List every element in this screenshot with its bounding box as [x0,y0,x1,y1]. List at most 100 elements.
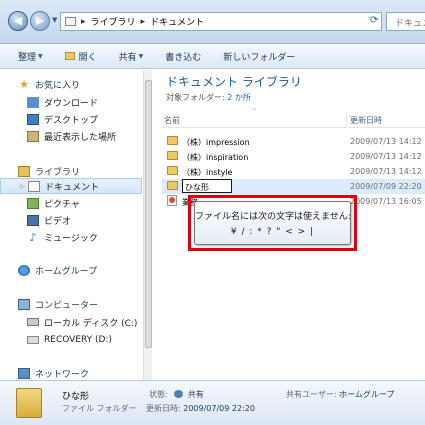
chevron-right-icon[interactable]: ▸ [141,17,146,27]
hard-drive-icon [27,318,39,326]
nav-libraries[interactable]: ライブラリ [0,163,142,179]
forward-button[interactable]: ▶ [30,11,50,31]
recent-places-icon [27,130,39,142]
folder-icon [167,166,178,175]
nav-network[interactable]: ネットワーク [0,365,142,381]
breadcrumb-libraries[interactable]: ライブラリ [91,15,136,28]
library-title: ドキュメント ライブラリ [166,75,302,89]
nav-desktop[interactable]: デスクトップ [0,111,142,127]
details-share-user: 共有ユーザー: ホームグループ [286,389,394,400]
details-modified-label: 更新日時: [146,404,181,413]
address-box[interactable]: ▸ ライブラリ ▸ ドキュメント [60,12,382,31]
folder-icon [167,181,178,190]
details-state: 状態: 共有 [149,389,204,400]
downloads-icon [27,96,39,108]
nav-pictures[interactable]: ピクチャ [0,195,142,211]
nav-downloads[interactable]: ダウンロード [0,94,142,110]
nav-homegroup[interactable]: ホームグループ [0,262,142,278]
command-bar: 整理 ▼ 開く 共有 ▼ 書き込む 新しいフォルダー [0,44,425,69]
nav-computer[interactable]: コンピューター [0,296,142,312]
address-bar-area: ◀ ▶ ▼ ▸ ライブラリ ▸ ドキュメント ⟳ ドキュメ [0,0,425,44]
share-button[interactable]: 共有 ▼ [119,50,144,63]
file-date: 2009/07/13 14:12 [350,137,422,146]
details-share-user-label: 共有ユーザー: [286,390,337,399]
shared-icon [174,390,184,398]
folder-icon [167,151,178,160]
nav-label: ミュージック [44,233,98,244]
column-header-name[interactable]: 名前 [164,115,180,126]
column-divider[interactable] [346,112,347,126]
document-icon [167,195,177,206]
search-input[interactable]: ドキュメ [386,12,425,31]
nav-label: ホームグループ [35,266,98,277]
file-row[interactable]: （株）instyle 2009/07/13 14:12 [162,164,425,179]
back-button[interactable]: ◀ [8,11,28,31]
nav-favorites[interactable]: ★ お気に入り [0,76,142,92]
nav-label: デスクトップ [44,115,99,126]
tooltip-message: ファイル名には次の文字は使えません: [195,212,351,222]
nav-recent-places[interactable]: 最近表示した場所 [0,128,142,144]
burn-label: 書き込む [165,52,202,63]
libraries-icon [18,165,30,177]
file-row[interactable]: （株）inspiration 2009/07/13 14:12 [162,149,425,164]
details-modified: 更新日時: 2009/07/09 22:20 [146,403,255,414]
nav-documents[interactable]: ▷ ドキュメント [0,178,142,194]
navigation-pane: ★ お気に入り ダウンロード デスクトップ 最近表示した場所 ライブラリ ▷ ド… [0,70,152,380]
file-date: 2009/07/13 14:12 [350,167,422,176]
network-icon [18,367,30,379]
videos-icon [27,214,39,226]
library-icon [65,17,76,26]
recent-pages-dropdown-icon[interactable]: ▼ [52,16,57,24]
rename-input[interactable]: ひな形 [182,179,232,193]
details-pane: ひな形 ファイル フォルダー 状態: 共有 更新日時: 2009/07/09 2… [0,380,425,425]
library-target-folders: 対象フォルダー: 2 か所 [166,92,251,103]
breadcrumb-documents[interactable]: ドキュメント [150,15,204,28]
organize-button[interactable]: 整理 ▼ [18,50,43,63]
new-folder-button[interactable]: 新しいフォルダー [223,50,295,63]
details-share-user-value: ホームグループ [339,390,395,399]
file-date: 2009/07/13 16:05 [350,197,422,206]
nav-label: 最近表示した場所 [44,132,117,143]
nav-label: ダウンロード [44,98,99,109]
nav-recovery[interactable]: RECOVERY (D:) [0,332,142,348]
target-folders-link[interactable]: 2 か所 [227,93,251,102]
folder-large-icon [16,388,42,418]
nav-local-disk[interactable]: ローカル ディスク (C:) [0,314,142,330]
desktop-icon [27,113,39,125]
nav-label: ビデオ [44,216,72,227]
file-date: 2009/07/13 14:12 [350,152,422,161]
details-modified-value: 2009/07/09 22:20 [183,404,255,413]
folder-icon [167,136,178,145]
nav-scrollbar-thumb[interactable] [145,80,152,348]
share-label: 共有 [118,52,137,63]
target-folders-label: 対象フォルダー: [166,93,225,102]
music-note-icon: ♪ [29,230,37,244]
nav-scrollbar[interactable] [143,70,152,380]
chevron-right-icon[interactable]: ▸ [81,17,86,27]
dropdown-arrow-icon: ▼ [38,52,43,60]
nav-music[interactable]: ♪ ミュージック [0,229,142,245]
refresh-icon[interactable]: ⟳ [370,15,378,26]
column-header-date[interactable]: 更新日時 [350,115,382,126]
details-name: ひな形 [62,392,90,402]
computer-icon [18,298,30,310]
file-row[interactable]: （株）impression 2009/07/13 14:12 [162,134,425,149]
details-state-label: 状態: [149,390,168,399]
nav-label: ドキュメント [45,182,100,193]
burn-button[interactable]: 書き込む [165,50,201,63]
details-type: ファイル フォルダー [62,404,137,413]
file-row-selected[interactable]: ひな形 2009/07/09 22:20 [162,179,425,194]
file-name: （株）instyle [182,168,233,177]
column-header-row: ⌃ 名前 更新日時 [162,108,425,128]
nav-label: ローカル ディスク (C:) [44,318,138,329]
nav-label: ネットワーク [35,369,90,380]
expand-arrow-icon[interactable]: ▷ [18,183,27,190]
file-name: （株）impression [182,138,250,147]
organize-label: 整理 [18,52,37,63]
folder-open-icon [64,52,75,60]
file-date: 2009/07/09 22:20 [350,182,422,191]
documents-icon [28,180,40,192]
nav-videos[interactable]: ビデオ [0,212,142,228]
hard-drive-icon [27,336,39,344]
open-button[interactable]: 開く [64,50,97,63]
